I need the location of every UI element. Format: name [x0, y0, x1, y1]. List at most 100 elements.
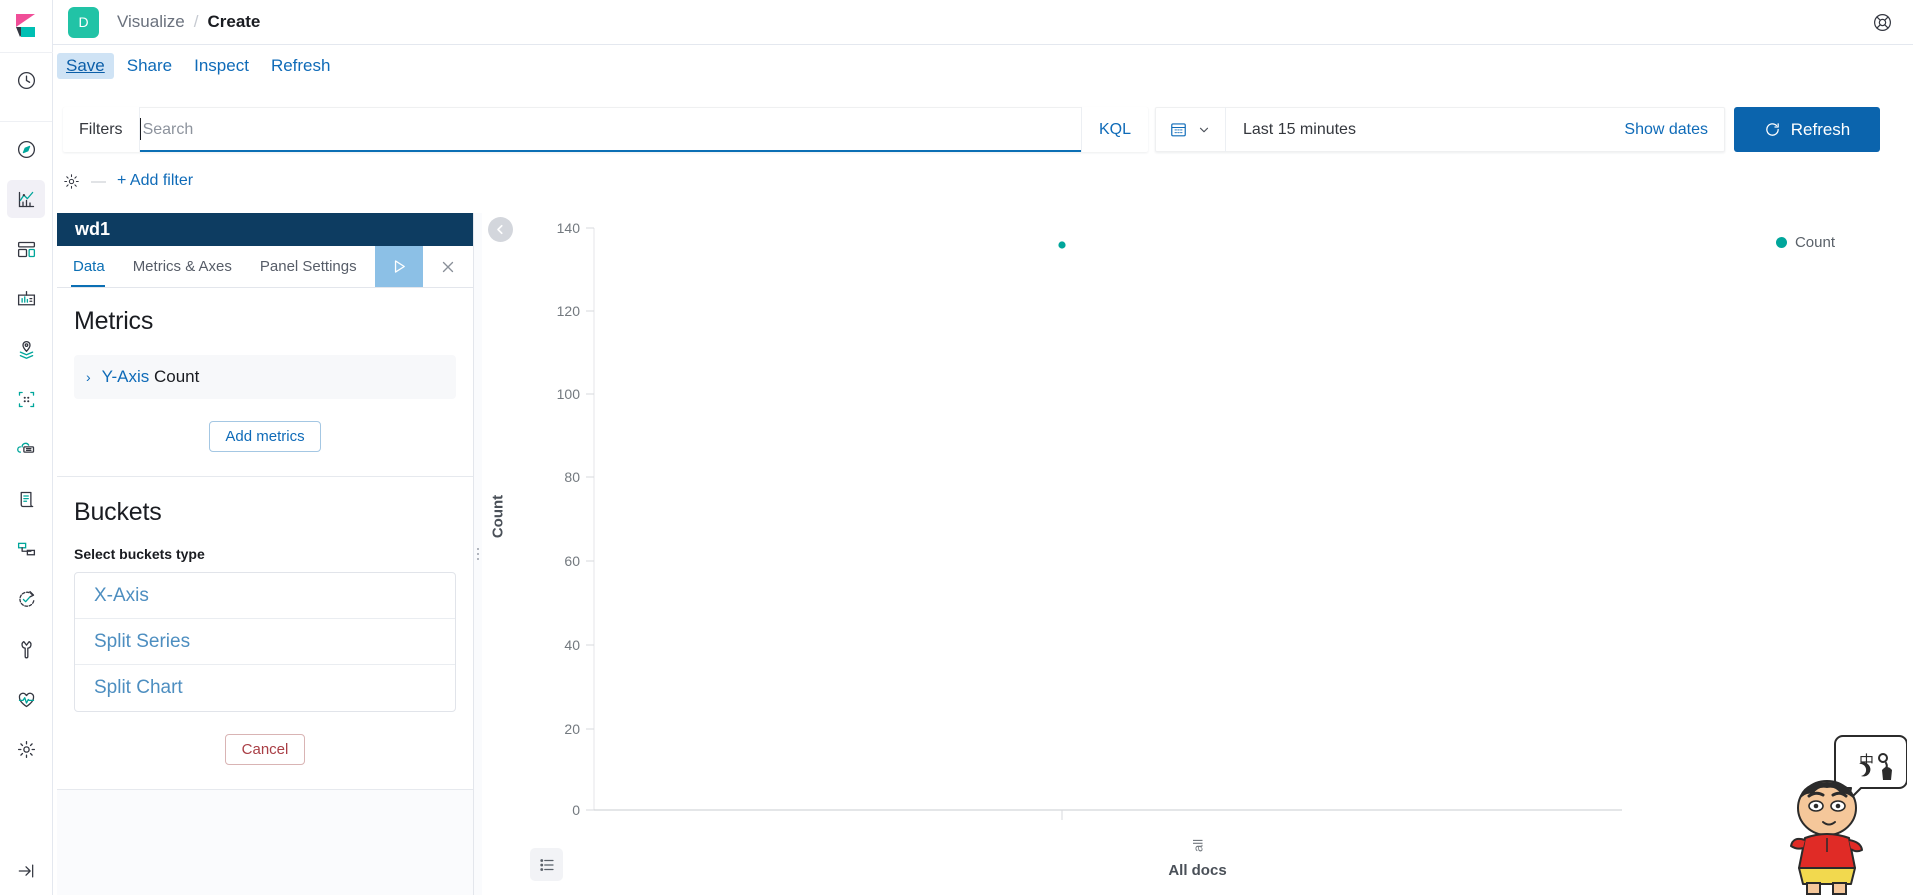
- kibana-logo[interactable]: [0, 0, 53, 53]
- drag-vertical-dots-icon: [477, 548, 479, 560]
- app-action-bar: Save Share Inspect Refresh: [53, 45, 1913, 87]
- nav-item-apm[interactable]: [7, 530, 45, 568]
- bucket-type-list: X-Axis Split Series Split Chart: [74, 572, 456, 712]
- breadcrumb: Visualize / Create: [117, 12, 260, 32]
- search-bar-group: Filters KQL: [63, 107, 1148, 152]
- nav-item-management[interactable]: [7, 730, 45, 768]
- nav-group-recent: [0, 53, 52, 122]
- header-right-actions: [1865, 5, 1899, 39]
- bucket-type-x-axis[interactable]: X-Axis: [75, 573, 455, 619]
- space-avatar[interactable]: D: [68, 6, 99, 38]
- lifebuoy-help-icon[interactable]: [1865, 5, 1899, 39]
- select-buckets-type-label: Select buckets type: [74, 546, 205, 562]
- metric-row-label: Y-Axis Count: [102, 367, 200, 387]
- share-button[interactable]: Share: [118, 53, 181, 79]
- editor-body: Metrics › Y-Axis Count Add metrics Bucke…: [57, 288, 473, 895]
- metric-agg-value: Count: [153, 367, 200, 386]
- breadcrumb-separator: /: [193, 12, 199, 31]
- refresh-button[interactable]: Refresh: [262, 53, 340, 79]
- search-input[interactable]: [139, 107, 1081, 152]
- chevron-left-circle-icon: [497, 224, 503, 235]
- nav-item-recently-viewed[interactable]: [7, 61, 45, 99]
- show-dates-button[interactable]: Show dates: [1607, 121, 1725, 139]
- editor-title: wd1: [57, 213, 473, 246]
- nav-item-monitoring[interactable]: [7, 680, 45, 718]
- editor-resize-handle[interactable]: [474, 213, 482, 895]
- visualization-chart-area: Count 140 120 100 80 60 40 20 0 Count al…: [482, 208, 1913, 895]
- calendar-icon: [1171, 123, 1186, 137]
- nav-item-maps[interactable]: [7, 330, 45, 368]
- discard-changes-button[interactable]: [423, 246, 473, 287]
- nav-item-discover[interactable]: [7, 130, 45, 168]
- svg-text:60: 60: [564, 553, 580, 569]
- nav-collapse-toggle[interactable]: [0, 861, 52, 895]
- metric-row-y-axis[interactable]: › Y-Axis Count: [74, 355, 456, 399]
- play-apply-icon: [394, 260, 405, 273]
- close-x-icon: [442, 261, 454, 272]
- svg-text:120: 120: [557, 303, 581, 319]
- buckets-section: Buckets Select buckets type X-Axis Split…: [57, 477, 473, 790]
- svg-text:20: 20: [564, 721, 580, 737]
- bucket-type-split-series[interactable]: Split Series: [75, 619, 455, 665]
- kibana-visualize-create-page: D Visualize / Create Save Share Inspect …: [0, 0, 1913, 895]
- query-bar: Filters KQL Last 15 minutes Show dat: [63, 107, 1903, 152]
- y-axis-title: Count: [489, 494, 507, 539]
- save-button[interactable]: Save: [57, 53, 114, 79]
- breadcrumb-visualize[interactable]: Visualize: [117, 12, 185, 32]
- apply-changes-button[interactable]: [375, 246, 423, 287]
- refresh-query-button[interactable]: Refresh: [1734, 107, 1880, 152]
- nav-item-uptime[interactable]: [7, 580, 45, 618]
- primary-nav-rail: [0, 0, 53, 895]
- time-range-value[interactable]: Last 15 minutes: [1226, 121, 1607, 139]
- tab-panel-settings[interactable]: Panel Settings: [246, 246, 371, 287]
- editor-tab-actions: [375, 246, 473, 287]
- svg-text:140: 140: [557, 220, 581, 236]
- inspect-button[interactable]: Inspect: [185, 53, 258, 79]
- date-quick-menu-button[interactable]: [1155, 107, 1226, 152]
- add-metrics-row: Add metrics: [74, 421, 456, 452]
- breadcrumb-create: Create: [207, 12, 261, 31]
- nav-group-apps: [0, 122, 52, 861]
- search-focus-underline: [139, 150, 1081, 152]
- tab-data[interactable]: Data: [57, 246, 119, 287]
- x-axis-title: All docs: [1168, 862, 1227, 879]
- nav-item-dev-tools[interactable]: [7, 630, 45, 668]
- editor-tab-strip: Data Metrics & Axes Panel Settings: [57, 246, 473, 288]
- global-header: D Visualize / Create: [53, 0, 1913, 45]
- bucket-type-split-chart[interactable]: Split Chart: [75, 665, 455, 711]
- chevron-down-icon: [1199, 127, 1209, 132]
- data-point-count: [1058, 241, 1066, 249]
- tab-metrics-and-axes[interactable]: Metrics & Axes: [119, 246, 246, 287]
- nav-item-canvas[interactable]: [7, 280, 45, 318]
- metric-agg-name: Y-Axis: [101, 367, 150, 386]
- svg-text:80: 80: [564, 469, 580, 485]
- buckets-cancel-row: Cancel: [74, 734, 456, 765]
- chart-plot: 140 120 100 80 60 40 20 0 Count all All …: [482, 208, 1913, 895]
- chevron-right-icon: ›: [86, 369, 91, 385]
- nav-item-machine-learning[interactable]: [7, 380, 45, 418]
- y-axis-title-wrap: Count: [482, 208, 507, 895]
- cancel-button[interactable]: Cancel: [224, 734, 306, 765]
- nav-item-visualize[interactable]: [7, 180, 45, 218]
- nav-item-infrastructure[interactable]: [7, 430, 45, 468]
- x-axis-tick-label-wrap: all: [1190, 838, 1205, 853]
- search-input-zone[interactable]: [139, 107, 1081, 152]
- date-picker: Last 15 minutes Show dates: [1155, 107, 1725, 152]
- add-filter-button[interactable]: + Add filter: [117, 172, 193, 190]
- refresh-button-label: Refresh: [1790, 119, 1851, 139]
- nav-item-dashboard[interactable]: [7, 230, 45, 268]
- query-language-button[interactable]: KQL: [1080, 107, 1148, 152]
- list-inspect-icon[interactable]: [530, 848, 563, 881]
- refresh-circle-icon: [1765, 123, 1779, 136]
- add-metrics-button[interactable]: Add metrics: [209, 421, 321, 452]
- filter-bar: — + Add filter: [63, 167, 1903, 195]
- gear-icon[interactable]: [63, 173, 80, 190]
- nav-item-logs[interactable]: [7, 480, 45, 518]
- filters-label: Filters: [63, 107, 140, 152]
- collapse-editor-button[interactable]: [488, 217, 513, 242]
- svg-text:0: 0: [572, 802, 580, 818]
- text-caret: [139, 118, 141, 140]
- svg-text:40: 40: [564, 637, 580, 653]
- metrics-section: Metrics › Y-Axis Count Add metrics: [57, 288, 473, 477]
- chart-svg[interactable]: 140 120 100 80 60 40 20 0: [482, 208, 1913, 895]
